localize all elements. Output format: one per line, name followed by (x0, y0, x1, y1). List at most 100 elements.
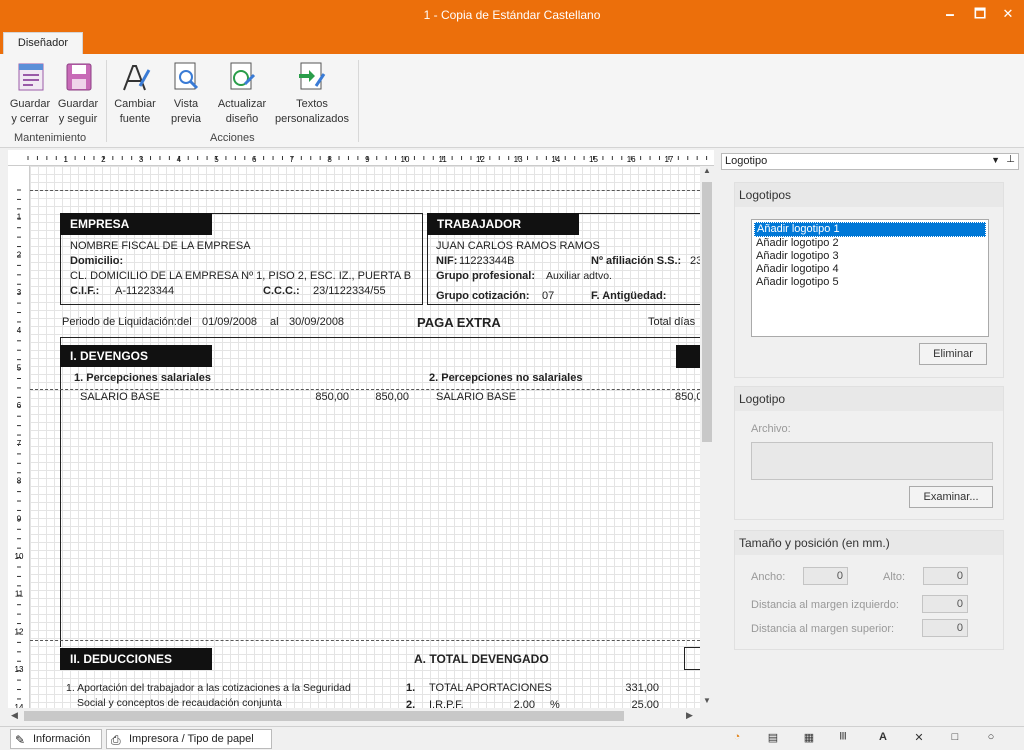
trabajador-header: TRABAJADOR (427, 213, 579, 235)
distancia-izquierdo-field[interactable]: 0 (922, 595, 968, 613)
domicilio-label: Domicilio: (70, 255, 124, 267)
distancia-izquierdo-label: Distancia al margen izquierdo: (751, 599, 899, 611)
save-close-icon (18, 63, 44, 91)
list-item[interactable]: Añadir logotipo 1 (754, 222, 986, 237)
save-icon (66, 63, 92, 91)
scroll-up-icon[interactable]: ▲ (703, 166, 711, 175)
list-item[interactable]: Añadir logotipo 2 (754, 237, 986, 250)
examinar-button[interactable]: Examinar... (909, 486, 993, 508)
total-aportaciones-label: TOTAL APORTACIONES (429, 682, 552, 694)
irpf-label: I.R.P.F. (429, 699, 464, 708)
ruler-number: 9 (17, 514, 22, 523)
font-icon (123, 65, 151, 91)
cambiar-fuente-button[interactable]: Cambiar fuente (112, 60, 158, 127)
group-label-acciones: Acciones (210, 132, 255, 144)
tab-informacion-label: Información (33, 733, 91, 745)
line-tool-icon[interactable]: ✕ (910, 731, 928, 747)
ruler-number: 1 (17, 213, 22, 222)
empresa-header: EMPRESA (60, 213, 212, 235)
alto-label: Alto: (883, 571, 906, 583)
archivo-preview (751, 442, 993, 480)
scroll-left-icon[interactable]: ◀ (11, 710, 18, 721)
guardar-cerrar-button[interactable]: Guardar y cerrar (6, 60, 54, 127)
empresa-cif: A-11223344 (115, 285, 175, 297)
guardar-seguir-button[interactable]: Guardar y seguir (54, 60, 102, 127)
list-item[interactable]: Añadir logotipo 5 (754, 276, 986, 289)
tab-disenador[interactable]: Diseñador (3, 32, 83, 54)
horizontal-scroll-thumb[interactable] (24, 711, 624, 721)
antiguedad-label: F. Antigüedad: (591, 290, 667, 302)
bottom-bar: ✎ Información ⎙ Impresora / Tipo de pape… (0, 726, 1024, 750)
percent-sign: % (550, 699, 560, 708)
ancho-field[interactable]: 0 (803, 567, 848, 585)
devengos-right-header (676, 345, 700, 368)
trabajador-nif: 11223344B (459, 255, 515, 267)
minimize-button[interactable]: 🗕 (936, 4, 964, 24)
grupo-cotizacion-label: Grupo cotización: (436, 290, 530, 302)
list-item[interactable]: Añadir logotipo 4 (754, 263, 986, 276)
irpf-percent: 2,00 (513, 699, 535, 708)
tab-impresora[interactable]: ⎙ Impresora / Tipo de papel (106, 729, 272, 749)
trabajador-afiliacion: 23 (690, 255, 700, 267)
periodo-hasta: 30/09/2008 (289, 316, 345, 328)
eliminar-button[interactable]: Eliminar (919, 343, 987, 365)
ruler-number: 6 (17, 401, 22, 410)
logotipos-list[interactable]: Añadir logotipo 1 Añadir logotipo 2 Añad… (751, 219, 989, 337)
guardar-cerrar-label: Guardar y cerrar (9, 98, 51, 125)
periodo-titulo: PAGA EXTRA (417, 315, 501, 330)
payslip-design-canvas[interactable]: EMPRESA NOMBRE FISCAL DE LA EMPRESA Domi… (30, 166, 700, 708)
ruler-number: 2 (17, 250, 22, 259)
logotipos-group: Logotipos Añadir logotipo 1 Añadir logot… (734, 182, 1004, 378)
barcode-tool-icon[interactable]: ||| (834, 731, 852, 747)
close-button[interactable]: ✕ (994, 4, 1022, 24)
ruler-ticks: 1234567891011121314151617 (27, 155, 708, 164)
devengo-concepto: SALARIO BASE (80, 391, 161, 403)
vertical-scroll-thumb[interactable] (702, 182, 712, 442)
trabajador-nombre: JUAN CARLOS RAMOS RAMOS (436, 240, 600, 252)
text-tool-icon[interactable]: ▤ (764, 731, 782, 747)
deducciones-header: II. DEDUCCIONES (60, 648, 212, 670)
ruler-number: 11 (15, 590, 24, 599)
horizontal-scrollbar[interactable]: ◀ ▶ (8, 708, 700, 724)
field-tool-icon[interactable]: A (874, 731, 892, 747)
total-devengado-label: A. TOTAL DEVENGADO (414, 652, 549, 666)
tab-informacion[interactable]: ✎ Información (10, 729, 102, 749)
table-tool-icon[interactable]: ▦ (800, 731, 818, 747)
textos-personalizados-label: Textos personalizados (275, 98, 349, 125)
empresa-ccc: 23/1122334/55 (313, 285, 386, 297)
ruler-ticks: 1234567891011121314 (15, 189, 24, 708)
ellipse-tool-icon[interactable]: ○ (982, 731, 1000, 747)
vertical-scrollbar[interactable]: ▲ ▼ (700, 166, 714, 708)
vista-previa-label: Vista previa (171, 98, 201, 125)
list-item[interactable]: Añadir logotipo 3 (754, 250, 986, 263)
actualizar-diseno-button[interactable]: Actualizar diseño (214, 60, 270, 127)
scroll-down-icon[interactable]: ▼ (703, 696, 711, 705)
trabajador-grupo-profesional: Auxiliar adtvo. (546, 270, 612, 282)
ccc-label: C.C.C.: (263, 285, 300, 297)
band-separator (30, 640, 700, 641)
textos-personalizados-button[interactable]: Textos personalizados (272, 60, 352, 127)
vista-previa-button[interactable]: Vista previa (164, 60, 208, 127)
scroll-right-icon[interactable]: ▶ (686, 710, 693, 721)
guardar-seguir-label: Guardar y seguir (57, 98, 99, 125)
maximize-button[interactable]: 🗖 (966, 4, 994, 24)
preview-icon (174, 62, 199, 90)
distancia-superior-field[interactable]: 0 (922, 619, 968, 637)
periodo-al: al (270, 316, 279, 328)
aportacion-line1: 1. Aportación del trabajador a las cotiz… (66, 682, 351, 694)
rectangle-tool-icon[interactable]: □ (946, 731, 964, 747)
chevron-down-icon[interactable]: ▼ (991, 155, 1000, 165)
cambiar-fuente-label: Cambiar fuente (114, 98, 156, 125)
afiliacion-label: Nº afiliación S.S.: (591, 255, 682, 267)
tab-impresora-label: Impresora / Tipo de papel (129, 733, 254, 745)
object-selector-combo[interactable]: Logotipo ▼ ⊥ (721, 153, 1019, 170)
title-bar: 1 - Copia de Estándar Castellano 🗕 🗖 ✕ (0, 0, 1024, 30)
devengo-total: 850,00 (375, 391, 409, 403)
ruler-number: 7 (17, 439, 22, 448)
pin-icon[interactable]: ⊥ (1006, 154, 1015, 165)
logo-tool-icon[interactable]: ◔ (728, 731, 746, 747)
trabajador-grupo-cotizacion: 07 (542, 290, 555, 302)
periodo-desde: 01/09/2008 (202, 316, 258, 328)
cif-label: C.I.F.: (70, 285, 100, 297)
alto-field[interactable]: 0 (923, 567, 968, 585)
